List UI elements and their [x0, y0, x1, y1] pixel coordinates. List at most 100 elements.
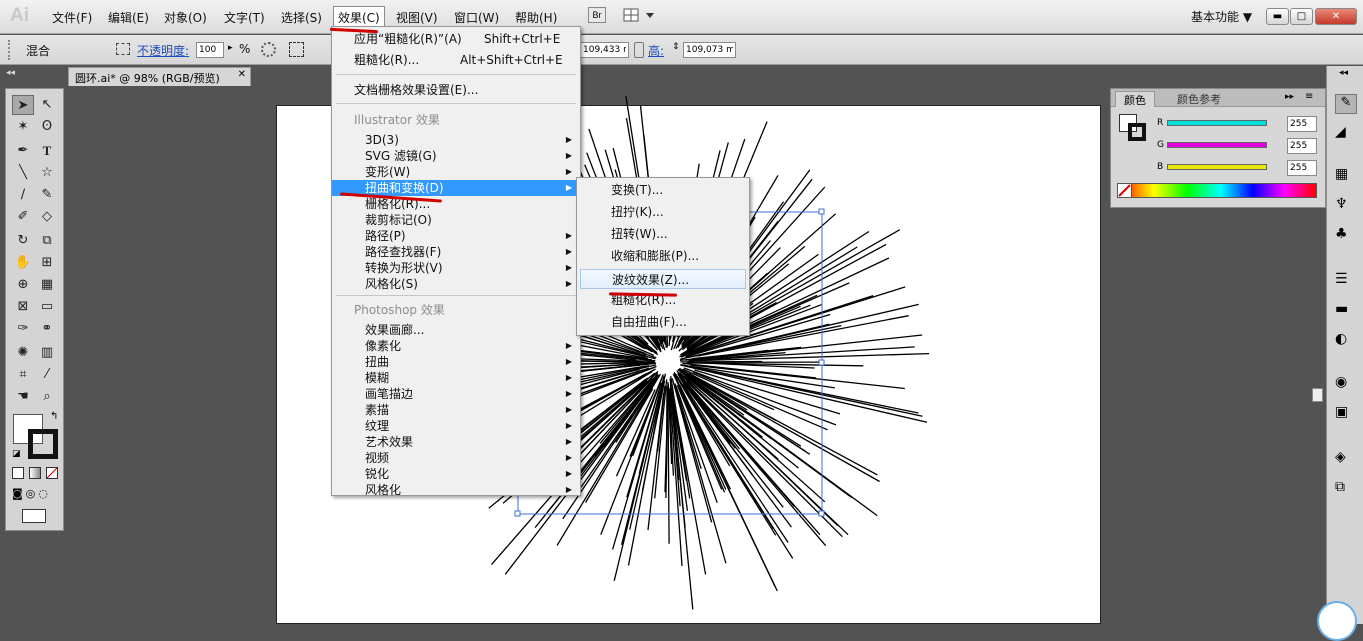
default-fill-stroke-icon[interactable]: ◪ [12, 449, 21, 459]
star-tool-icon[interactable]: ☆ [36, 163, 58, 183]
artboard-tool-icon[interactable]: ⌗ [12, 365, 34, 385]
gradient-tool-icon[interactable]: ▭ [36, 297, 58, 317]
none-mode-icon[interactable] [46, 467, 58, 479]
gradient-panel-icon[interactable]: ▬ [1335, 301, 1348, 317]
menu-convert-to-shape-item[interactable]: 转换为形状(V)▶ [332, 260, 580, 276]
pen-tool-icon[interactable]: ✒ [12, 141, 34, 161]
submenu-transform-item[interactable]: 变换(T)... [577, 182, 749, 198]
menu-brush-strokes-item[interactable]: 画笔描边▶ [332, 386, 580, 402]
shape-builder-tool-icon[interactable]: ⊕ [12, 275, 34, 295]
menu-rasterize-item[interactable]: 栅格化(R)... [332, 196, 580, 212]
color-guide-icon[interactable]: ◢ [1335, 124, 1346, 140]
menu-file[interactable]: 文件(F) [49, 9, 95, 26]
scale-tool-icon[interactable]: ⧉ [36, 231, 58, 251]
opacity-link[interactable]: 不透明度: [137, 42, 189, 59]
stroke-panel-icon[interactable]: ☰ [1335, 271, 1348, 287]
close-button[interactable]: ✕ [1315, 8, 1357, 25]
lasso-tool-icon[interactable]: ʘ [36, 117, 58, 137]
collapse-panel-icon[interactable]: ▸▸ [1285, 92, 1294, 102]
menu-select[interactable]: 选择(S) [278, 9, 325, 26]
bridge-button[interactable]: Br [588, 7, 606, 23]
hand-tool-icon[interactable]: ☚ [12, 387, 34, 407]
artboards-panel-icon[interactable]: ⧉ [1335, 479, 1345, 495]
menu-help[interactable]: 帮助(H) [512, 9, 560, 26]
menu-3d-item[interactable]: 3D(3)▶ [332, 132, 580, 148]
menu-object[interactable]: 对象(O) [161, 9, 210, 26]
menu-type[interactable]: 文字(T) [221, 9, 268, 26]
blend-tool-icon[interactable]: ⚭ [36, 319, 58, 339]
document-tab[interactable]: 圆环.ai* @ 98% (RGB/预览)✕ [68, 67, 251, 86]
eyedropper-tool-icon[interactable]: ✑ [12, 319, 34, 339]
line-tool-icon[interactable]: ╲ [12, 163, 34, 183]
apply-last-effect-item[interactable]: 应用“粗糙化(R)”(A)Shift+Ctrl+E [332, 31, 580, 47]
menu-crop-marks-item[interactable]: 裁剪标记(O) [332, 212, 580, 228]
brushes-icon[interactable]: ♆ [1335, 196, 1348, 212]
menu-sharpen-item[interactable]: 锐化▶ [332, 466, 580, 482]
type-tool-icon[interactable]: T [36, 141, 58, 161]
graphic-styles-icon[interactable]: ▣ [1335, 404, 1348, 420]
transparency-panel-icon[interactable]: ◐ [1335, 331, 1347, 347]
menu-path-item[interactable]: 路径(P)▶ [332, 228, 580, 244]
menu-artistic-item[interactable]: 艺术效果▶ [332, 434, 580, 450]
menu-pixelate-item[interactable]: 像素化▶ [332, 338, 580, 354]
layers-panel-icon[interactable]: ◈ [1335, 449, 1346, 465]
link-proportions-icon[interactable] [634, 42, 644, 58]
gradient-mode-icon[interactable] [29, 467, 41, 479]
selection-tool-icon[interactable]: ➤ [12, 95, 34, 115]
collapse-toolbar-icon[interactable]: ◂◂ [6, 68, 15, 78]
submenu-free-distort-item[interactable]: 自由扭曲(F)... [577, 314, 749, 330]
menu-pathfinder-item[interactable]: 路径查找器(F)▶ [332, 244, 580, 260]
submenu-tweak-item[interactable]: 扭拧(K)... [577, 204, 749, 220]
workspace-switcher[interactable]: 基本功能 ▼ [1191, 8, 1252, 25]
menu-window[interactable]: 窗口(W) [451, 9, 502, 26]
stroke-color-swatch[interactable] [1128, 123, 1146, 141]
menu-video-item[interactable]: 视频▶ [332, 450, 580, 466]
color-spectrum[interactable] [1117, 183, 1317, 198]
submenu-pucker-bloat-item[interactable]: 收缩和膨胀(P)... [577, 248, 749, 264]
swap-fill-stroke-icon[interactable]: ↰ [50, 411, 58, 422]
perspective-grid-tool-icon[interactable]: ▦ [36, 275, 58, 295]
menu-distort-item[interactable]: 扭曲▶ [332, 354, 580, 370]
height-input[interactable] [683, 42, 736, 58]
eraser-tool-icon[interactable]: ◇ [36, 207, 58, 227]
opacity-dropdown-icon[interactable]: ▸ [228, 43, 233, 53]
expand-dock-icon[interactable]: ◂◂ [1339, 68, 1348, 78]
menu-edit[interactable]: 编辑(E) [105, 9, 152, 26]
channel-b-slider[interactable] [1167, 164, 1267, 170]
submenu-twist-item[interactable]: 扭转(W)... [577, 226, 749, 242]
height-stepper[interactable]: ⇕ [672, 42, 680, 52]
last-effect-item[interactable]: 粗糙化(R)...Alt+Shift+Ctrl+E [332, 52, 580, 68]
recolor-icon[interactable] [116, 43, 130, 55]
channel-r-slider[interactable] [1167, 120, 1267, 126]
menu-texture-item[interactable]: 纹理▶ [332, 418, 580, 434]
paintbrush-tool-icon[interactable]: ∕ [12, 185, 34, 205]
menu-svg-filters-item[interactable]: SVG 滤镜(G)▶ [332, 148, 580, 164]
tab-color[interactable]: 颜色 [1115, 91, 1155, 107]
opacity-input[interactable] [196, 42, 224, 58]
mesh-tool-icon[interactable]: ⊠ [12, 297, 34, 317]
panel-menu-icon[interactable]: ≡ [1305, 91, 1313, 102]
color-panel-icon[interactable]: ✎ [1335, 94, 1357, 114]
menu-blur-item[interactable]: 模糊▶ [332, 370, 580, 386]
magic-wand-tool-icon[interactable]: ✶ [12, 117, 34, 137]
transform-icon[interactable] [289, 42, 304, 57]
arrange-documents-button[interactable] [622, 7, 656, 24]
minimize-button[interactable]: ▬ [1266, 8, 1289, 25]
width-input[interactable] [580, 42, 629, 58]
tab-color-guide[interactable]: 颜色参考 [1169, 91, 1229, 107]
channel-g-input[interactable] [1287, 138, 1317, 154]
menu-warp-item[interactable]: 变形(W)▶ [332, 164, 580, 180]
stroke-swatch[interactable] [28, 429, 58, 459]
symbol-sprayer-tool-icon[interactable]: ✺ [12, 343, 34, 363]
pencil-tool-icon[interactable]: ✎ [36, 185, 58, 205]
symbols-icon[interactable]: ♣ [1335, 226, 1348, 242]
slice-tool-icon[interactable]: ⁄ [36, 365, 58, 385]
blob-brush-tool-icon[interactable]: ✐ [12, 207, 34, 227]
document-raster-settings-item[interactable]: 文档栅格效果设置(E)... [332, 82, 580, 98]
screen-mode-icon[interactable] [22, 509, 46, 523]
free-transform-tool-icon[interactable]: ⊞ [36, 253, 58, 273]
direct-selection-tool-icon[interactable]: ↖ [36, 95, 58, 115]
menu-view[interactable]: 视图(V) [393, 9, 441, 26]
menu-stylize-ps-item[interactable]: 风格化▶ [332, 482, 580, 498]
swatches-icon[interactable]: ▦ [1335, 166, 1348, 182]
